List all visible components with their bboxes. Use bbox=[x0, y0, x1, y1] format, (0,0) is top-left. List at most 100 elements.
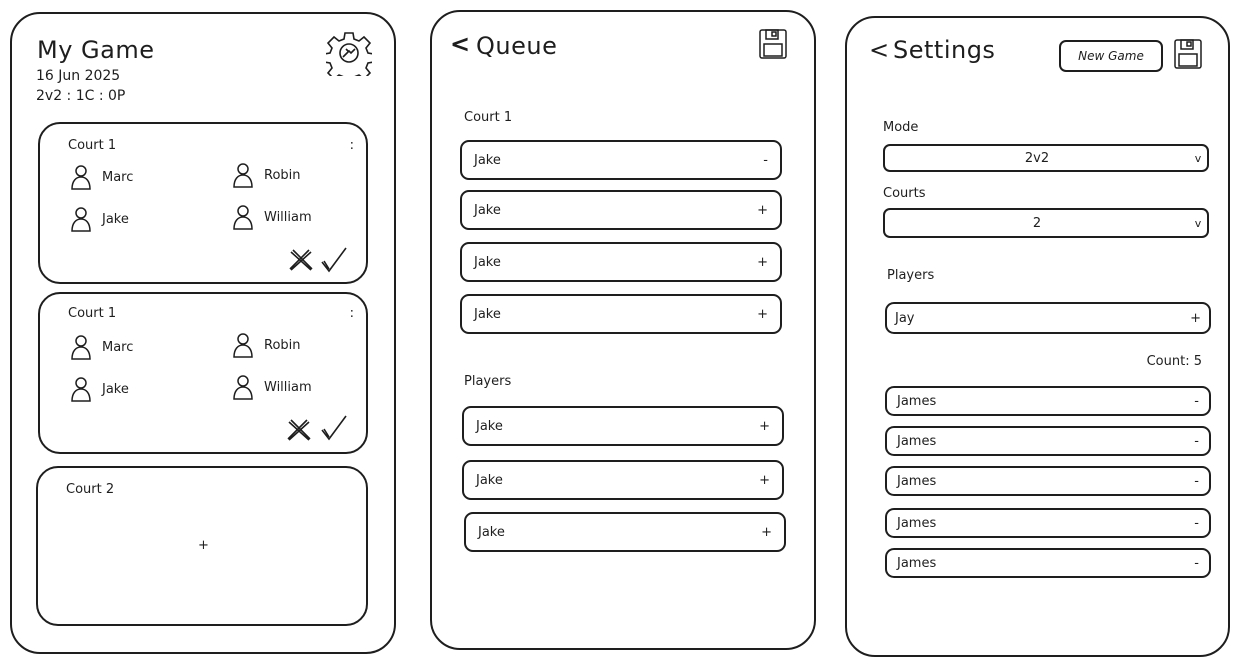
player-name: William bbox=[264, 379, 312, 395]
queue-screen: < Queue Court 1 Jake - Jake + Jake + Jak… bbox=[430, 10, 816, 650]
check-icon[interactable] bbox=[320, 414, 348, 442]
player-slot[interactable]: Jake bbox=[70, 206, 129, 232]
player-name: Robin bbox=[264, 337, 301, 353]
settings-screen: < Settings New Game Mode 2v2 v Courts 2 … bbox=[845, 16, 1230, 657]
add-player-button[interactable]: + bbox=[1190, 311, 1201, 326]
player-slot[interactable]: William bbox=[232, 204, 312, 230]
remove-button[interactable]: - bbox=[1194, 556, 1199, 571]
back-button[interactable]: < bbox=[450, 30, 471, 58]
player-input-value[interactable]: Jay bbox=[895, 311, 915, 326]
add-button[interactable]: + bbox=[759, 419, 770, 434]
mode-label: Mode bbox=[883, 120, 919, 135]
close-icon[interactable] bbox=[286, 418, 312, 444]
player-name: Jake bbox=[474, 306, 501, 322]
add-button[interactable]: + bbox=[761, 525, 772, 540]
player-name: Jake bbox=[478, 524, 505, 540]
close-icon[interactable] bbox=[288, 248, 314, 274]
empty-court-card[interactable]: Court 2 + bbox=[36, 466, 368, 626]
player-slot[interactable]: Marc bbox=[70, 334, 133, 360]
player-name: Jake bbox=[102, 381, 129, 397]
player-name: Marc bbox=[102, 169, 134, 185]
mode-value: 2v2 bbox=[1024, 150, 1050, 166]
player-slot[interactable]: Robin bbox=[232, 332, 301, 358]
gear-icon[interactable] bbox=[326, 30, 372, 76]
queue-row[interactable]: Jake + bbox=[460, 190, 782, 230]
new-game-button[interactable]: New Game bbox=[1059, 40, 1163, 72]
courts-label: Courts bbox=[883, 186, 926, 201]
player-list-item[interactable]: James - bbox=[885, 466, 1211, 496]
player-count: Count: 5 bbox=[1146, 354, 1202, 369]
save-icon[interactable] bbox=[1173, 38, 1203, 70]
court-label: Court 1 bbox=[68, 306, 117, 321]
chevron-down-icon: v bbox=[1194, 151, 1202, 165]
remove-button[interactable]: - bbox=[1194, 394, 1199, 409]
court-label: Court 1 bbox=[68, 138, 117, 153]
player-name: James bbox=[897, 555, 937, 571]
queue-row[interactable]: Jake + bbox=[460, 294, 782, 334]
player-slot[interactable]: Robin bbox=[232, 162, 301, 188]
player-slot[interactable]: Marc bbox=[70, 164, 133, 190]
player-list-item[interactable]: James - bbox=[885, 508, 1211, 538]
court-label: Court 2 bbox=[66, 482, 115, 497]
user-icon bbox=[70, 164, 92, 190]
back-button[interactable]: < bbox=[869, 36, 890, 64]
player-row[interactable]: Jake + bbox=[462, 406, 784, 446]
add-button[interactable]: + bbox=[757, 307, 768, 322]
user-icon bbox=[70, 376, 92, 402]
player-list-item[interactable]: James - bbox=[885, 426, 1211, 456]
player-name: James bbox=[897, 393, 937, 409]
mode-select[interactable]: 2v2 v bbox=[883, 144, 1209, 172]
players-label: Players bbox=[887, 268, 935, 283]
courts-select[interactable]: 2 v bbox=[883, 208, 1209, 238]
player-input[interactable]: Jay + bbox=[885, 302, 1211, 334]
user-icon bbox=[232, 162, 254, 188]
game-date: 16 Jun 2025 bbox=[36, 68, 121, 84]
page-title: Settings bbox=[893, 36, 996, 64]
player-name: Jake bbox=[474, 202, 501, 218]
game-summary: 2v2 : 1C : 0P bbox=[36, 88, 126, 104]
queue-row[interactable]: Jake - bbox=[460, 140, 782, 180]
user-icon bbox=[70, 334, 92, 360]
player-name: Jake bbox=[476, 418, 503, 434]
court-card[interactable]: Court 1 : Marc Robin Jake William bbox=[38, 122, 368, 284]
user-icon bbox=[232, 332, 254, 358]
user-icon bbox=[232, 374, 254, 400]
remove-button[interactable]: - bbox=[763, 153, 768, 168]
player-slot[interactable]: William bbox=[232, 374, 312, 400]
section-label: Players bbox=[464, 374, 512, 389]
more-menu-icon[interactable]: : bbox=[350, 306, 354, 321]
more-menu-icon[interactable]: : bbox=[350, 138, 354, 153]
court-card[interactable]: Court 1 : Marc Robin Jake William bbox=[38, 292, 368, 454]
save-icon[interactable] bbox=[758, 28, 788, 60]
player-list-item[interactable]: James - bbox=[885, 386, 1211, 416]
player-name: William bbox=[264, 209, 312, 225]
player-row[interactable]: Jake + bbox=[464, 512, 786, 552]
remove-button[interactable]: - bbox=[1194, 434, 1199, 449]
page-title: Queue bbox=[476, 32, 558, 60]
add-player-button[interactable]: + bbox=[198, 538, 209, 553]
game-screen: My Game 16 Jun 2025 2v2 : 1C : 0P Court … bbox=[10, 12, 396, 654]
player-name: Marc bbox=[102, 339, 134, 355]
player-name: Jake bbox=[102, 211, 129, 227]
player-slot[interactable]: Jake bbox=[70, 376, 129, 402]
player-name: James bbox=[897, 515, 937, 531]
chevron-down-icon: v bbox=[1194, 216, 1202, 230]
add-button[interactable]: + bbox=[759, 473, 770, 488]
player-list-item[interactable]: James - bbox=[885, 548, 1211, 578]
user-icon bbox=[70, 206, 92, 232]
player-name: James bbox=[897, 473, 937, 489]
check-icon[interactable] bbox=[320, 246, 348, 274]
section-label: Court 1 bbox=[464, 110, 513, 125]
courts-value: 2 bbox=[1032, 215, 1042, 231]
player-name: Jake bbox=[474, 152, 501, 168]
player-row[interactable]: Jake + bbox=[462, 460, 784, 500]
remove-button[interactable]: - bbox=[1194, 516, 1199, 531]
add-button[interactable]: + bbox=[757, 203, 768, 218]
add-button[interactable]: + bbox=[757, 255, 768, 270]
remove-button[interactable]: - bbox=[1194, 474, 1199, 489]
queue-row[interactable]: Jake + bbox=[460, 242, 782, 282]
player-name: Robin bbox=[264, 167, 301, 183]
user-icon bbox=[232, 204, 254, 230]
player-name: Jake bbox=[474, 254, 501, 270]
player-name: James bbox=[897, 433, 937, 449]
